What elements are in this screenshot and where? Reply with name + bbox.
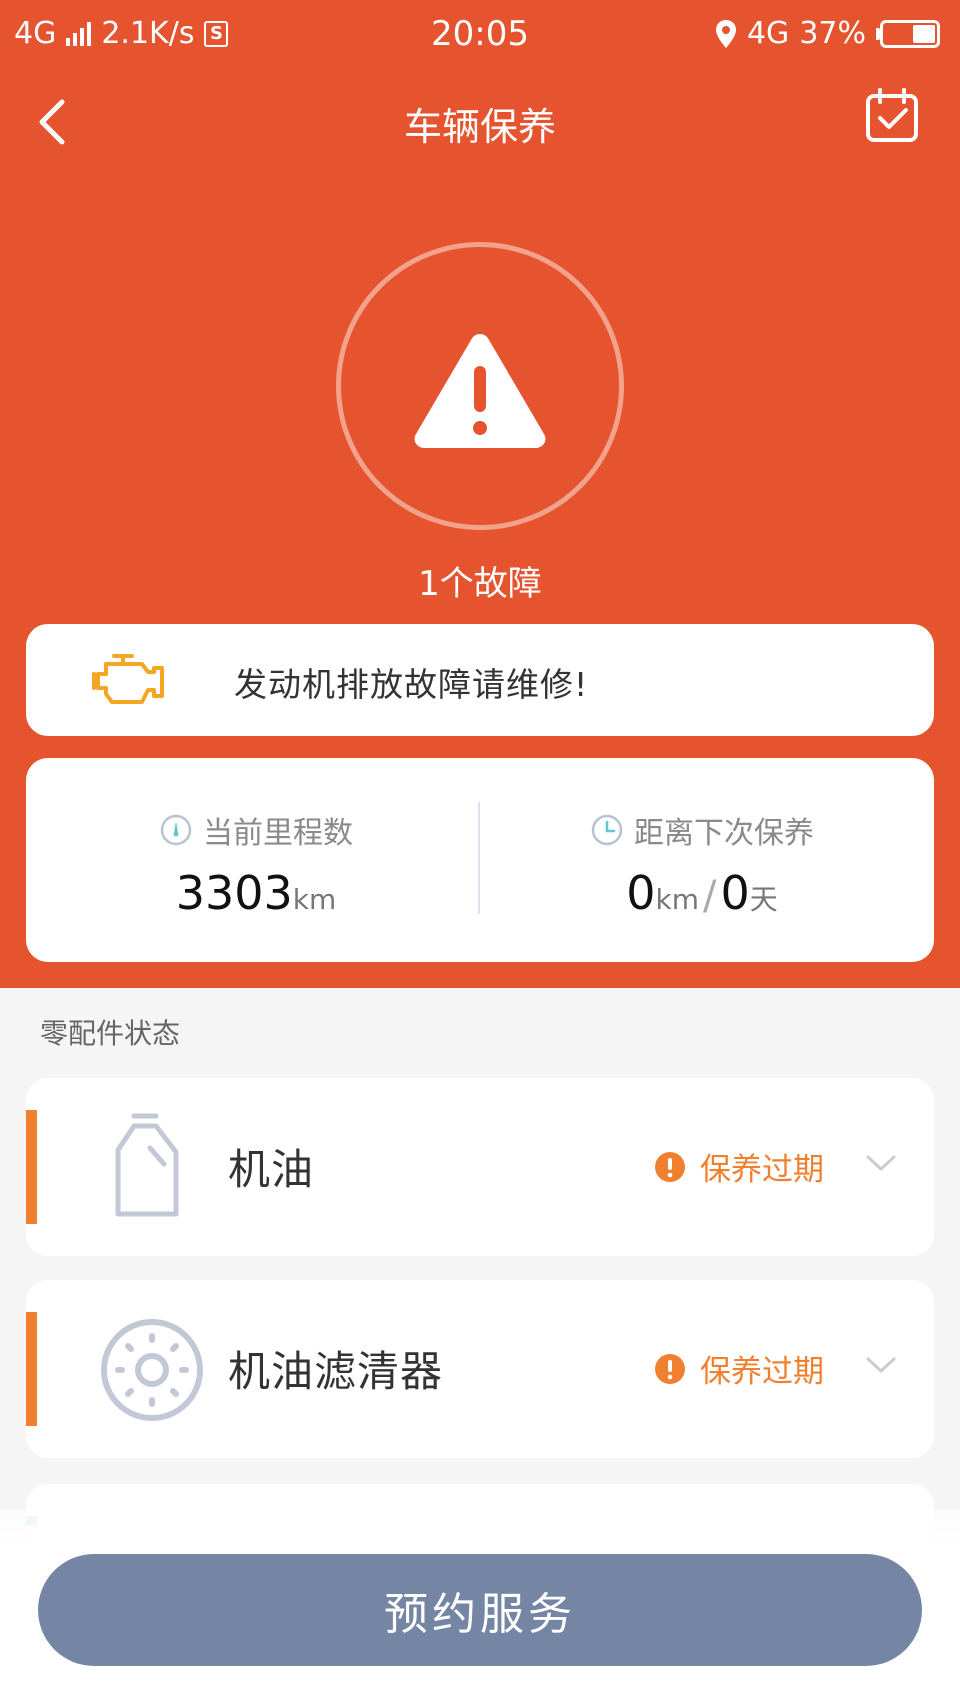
separator-slash: / (703, 873, 717, 919)
mileage-stats-card: 当前里程数 3303km 距离下次保养 0km/0天 (26, 758, 934, 962)
book-service-button[interactable]: 预约服务 (38, 1554, 922, 1666)
current-mileage-unit: km (292, 883, 337, 916)
oil-filter-icon (101, 1319, 203, 1421)
part-item-oil-filter[interactable]: 机油滤清器 保养过期 (26, 1280, 934, 1458)
chevron-down-icon[interactable] (862, 1148, 900, 1178)
part-status-text: 保养过期 (700, 1354, 824, 1390)
current-mileage-label: 当前里程数 (203, 816, 353, 851)
warning-triangle-icon (414, 334, 546, 448)
next-km-value: 0 (626, 866, 656, 920)
current-mileage: 当前里程数 3303km (36, 808, 476, 920)
fault-alert-card[interactable]: 发动机排放故障请维修! (26, 624, 934, 736)
network-type-right: 4G (746, 16, 790, 51)
location-icon (715, 19, 736, 48)
oil-bottle-icon (115, 1113, 179, 1217)
fault-count: 1个故障 (418, 564, 542, 604)
part-name: 机油滤清器 (228, 1347, 444, 1396)
battery-percent: 37% (799, 16, 866, 51)
part-status: 保养过期 (654, 1346, 824, 1391)
battery-icon (876, 19, 940, 48)
calendar-check-icon (866, 88, 918, 142)
nav-bar: 车辆保养 (0, 72, 960, 172)
part-status: 保养过期 (654, 1144, 824, 1189)
next-days-value: 0 (720, 866, 750, 920)
page-title: 车辆保养 (403, 105, 556, 149)
clock-icon (591, 814, 623, 846)
speedometer-icon (160, 814, 192, 846)
chevron-down-icon[interactable] (862, 1350, 900, 1380)
next-maintenance-label: 距离下次保养 (634, 816, 814, 851)
part-name: 机油 (228, 1145, 315, 1194)
stats-divider (478, 802, 480, 914)
calendar-button[interactable] (860, 84, 924, 148)
next-maintenance-label-row: 距离下次保养 (590, 808, 814, 852)
part-status-text: 保养过期 (700, 1152, 824, 1188)
status-right: 4G 37% (715, 16, 940, 51)
alert-circle-icon (655, 1151, 685, 1182)
parts-section-title: 零配件状态 (40, 1017, 181, 1050)
part-accent-bar (26, 1312, 37, 1426)
part-accent-bar (26, 1110, 37, 1224)
fault-message: 发动机排放故障请维修! (234, 665, 589, 704)
next-maintenance-value-row: 0km/0天 (482, 866, 922, 920)
next-maintenance: 距离下次保养 0km/0天 (482, 808, 922, 920)
alert-circle-icon (655, 1353, 685, 1384)
current-mileage-value: 3303 (175, 866, 293, 920)
current-mileage-value-row: 3303km (36, 866, 476, 920)
status-bar: 4G 2.1K/s S 20:05 4G 37% (0, 0, 960, 66)
next-km-unit: km (655, 883, 700, 916)
part-item-oil[interactable]: 机油 保养过期 (26, 1078, 934, 1256)
engine-icon (92, 654, 164, 704)
next-days-unit: 天 (749, 883, 778, 916)
current-mileage-label-row: 当前里程数 (159, 808, 353, 852)
